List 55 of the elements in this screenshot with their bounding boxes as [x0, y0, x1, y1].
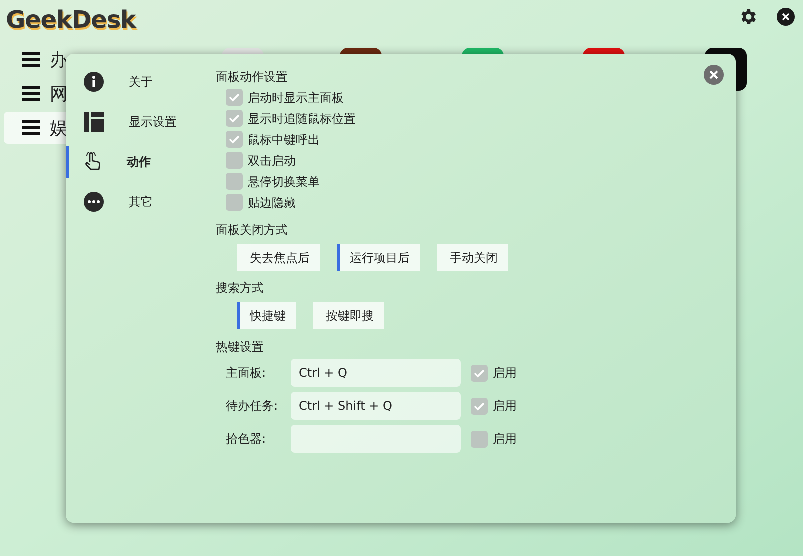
hotkey-field[interactable]	[291, 425, 461, 453]
enable-label: 启用	[493, 365, 517, 382]
checkbox[interactable]	[226, 152, 243, 169]
section-title: 搜索方式	[216, 280, 265, 297]
info-icon	[84, 72, 104, 92]
menu-label: 办	[50, 48, 68, 72]
section-title: 面板关闭方式	[216, 222, 289, 239]
check-icon	[229, 114, 240, 123]
nav-label: 显示设置	[129, 114, 177, 131]
nav-item[interactable]: 其它	[66, 186, 206, 218]
menu-label: 娱	[50, 116, 68, 140]
check-icon	[229, 135, 240, 144]
menu-icon	[22, 86, 40, 102]
nav-item[interactable]: 动作	[66, 146, 206, 178]
layout-icon	[84, 112, 104, 132]
app-logo: GeekDesk	[6, 5, 136, 36]
nav-label: 关于	[129, 74, 153, 91]
option-button[interactable]: 运行项目后	[337, 244, 420, 271]
menu-icon	[22, 120, 40, 136]
section-title: 热键设置	[216, 339, 265, 356]
hotkey-field[interactable]: Ctrl + Shift + Q	[291, 392, 461, 420]
option-label: 贴边隐藏	[248, 194, 296, 212]
hotkey-label: 拾色器:	[226, 431, 268, 448]
close-icon[interactable]	[777, 8, 795, 26]
checkbox[interactable]	[226, 110, 243, 127]
option-label: 显示时追随鼠标位置	[248, 110, 356, 128]
enable-label: 启用	[493, 431, 517, 448]
checkbox[interactable]	[226, 194, 243, 211]
hotkey-label: 待办任务:	[226, 398, 280, 415]
option-label: 鼠标中键呼出	[248, 132, 320, 148]
menu-icon	[22, 52, 40, 68]
option-button[interactable]: 失去焦点后	[237, 244, 320, 271]
hotkey-label: 主面板:	[226, 365, 268, 382]
checkbox[interactable]	[226, 173, 243, 190]
enable-label: 启用	[493, 398, 517, 415]
check-icon	[229, 93, 240, 102]
option-label: 悬停切换菜单	[248, 174, 320, 190]
menu-label: 网	[50, 82, 68, 106]
check-icon	[474, 368, 485, 378]
checkbox[interactable]	[226, 131, 243, 148]
option-button[interactable]: 快捷键	[237, 302, 296, 329]
more-icon	[84, 192, 104, 212]
checkbox[interactable]	[471, 430, 488, 448]
hotkey-field[interactable]: Ctrl + Q	[291, 359, 461, 387]
option-label: 双击启动	[248, 152, 296, 170]
nav-label: 动作	[127, 154, 151, 171]
nav-label: 其它	[129, 194, 153, 211]
checkbox[interactable]	[226, 89, 243, 106]
option-label: 启动时显示主面板	[248, 90, 344, 106]
check-icon	[474, 402, 485, 410]
option-button[interactable]: 手动关闭	[437, 244, 508, 271]
section-title: 面板动作设置	[216, 69, 289, 86]
option-button[interactable]: 按键即搜	[313, 302, 384, 329]
checkbox[interactable]	[471, 364, 488, 382]
checkbox[interactable]	[471, 398, 488, 414]
